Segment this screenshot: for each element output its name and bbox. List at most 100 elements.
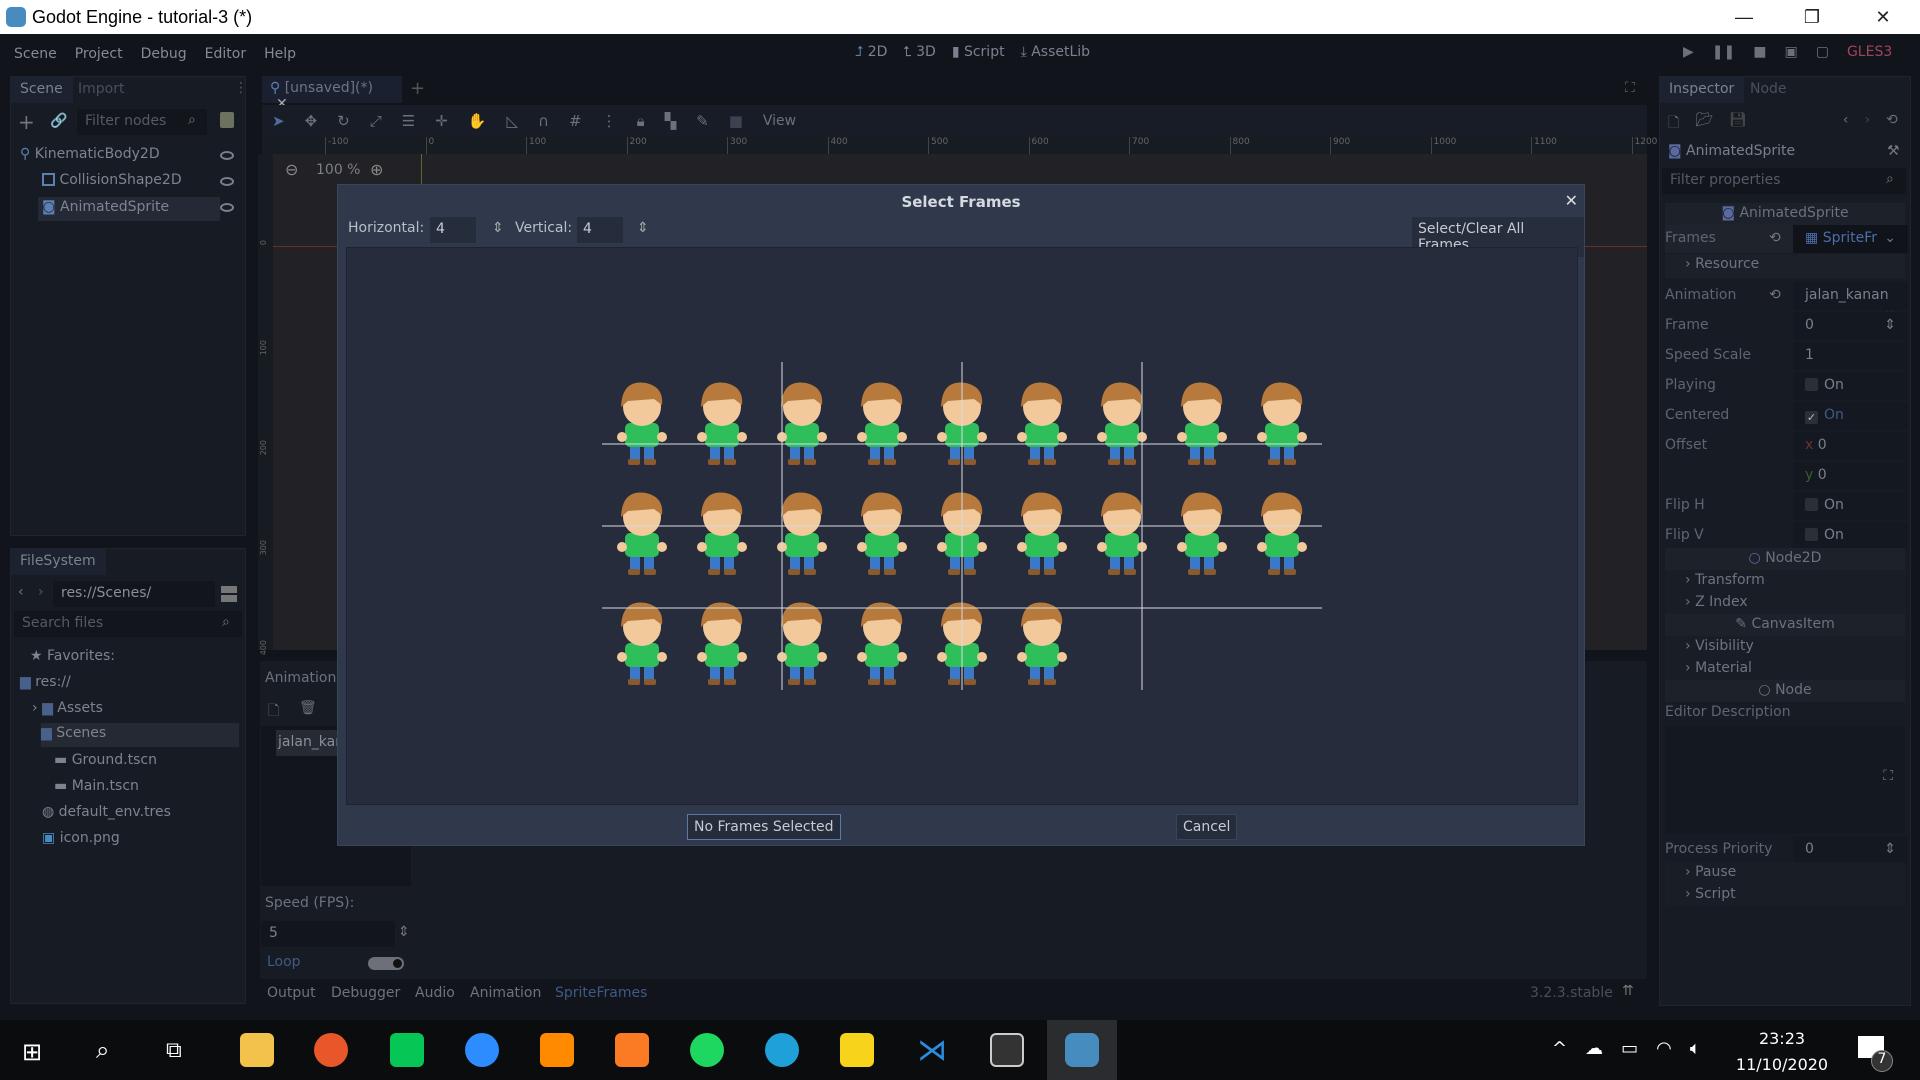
favorites-item[interactable]: ★ Favorites: — [30, 648, 115, 664]
rotate-tool-icon[interactable]: ↻ — [337, 112, 350, 130]
new-resource-icon[interactable]: 🗋︎ — [1668, 112, 1679, 136]
split-mode-icon[interactable] — [221, 586, 237, 602]
checkbox[interactable]: On — [1793, 522, 1908, 550]
pan-tool-icon[interactable]: ✋ — [468, 112, 487, 130]
inspected-object[interactable]: ◙ AnimatedSprite — [1668, 143, 1795, 159]
tree-node-kinematicbody2d[interactable]: ⚲ KinematicBody2D — [20, 146, 160, 162]
pause-icon[interactable]: ❚❚ — [1712, 44, 1735, 60]
file-ground-tscn[interactable]: ▬ Ground.tscn — [54, 752, 157, 768]
object-history-icon[interactable]: ⟲ — [1886, 112, 1898, 136]
zoom-level[interactable]: 100 % — [316, 162, 360, 178]
group-icon[interactable]: ▚ — [665, 112, 677, 130]
menu-debug[interactable]: Debug — [132, 46, 196, 62]
view-menu[interactable]: View — [763, 113, 796, 129]
back-icon[interactable]: ‹ — [18, 584, 24, 600]
expand-icon[interactable]: ⛶ — [1883, 768, 1893, 784]
vscode-icon[interactable]: ⋊ — [915, 1033, 949, 1068]
open-resource-icon[interactable]: 📂︎ — [1695, 112, 1713, 136]
visibility-eye-icon[interactable] — [220, 203, 234, 212]
cancel-button[interactable]: Cancel — [1176, 814, 1238, 840]
stop-icon[interactable]: ■ — [1753, 44, 1766, 60]
link-icon[interactable]: 🔗 — [50, 113, 67, 129]
workspace-2d[interactable]: ⮥ 2D — [855, 44, 887, 60]
clock[interactable]: 23:23 11/10/2020 — [1730, 1026, 1834, 1078]
animation-item[interactable]: jalan_kanan — [276, 730, 346, 756]
speed-input[interactable]: 5 — [261, 921, 395, 947]
tab-node[interactable]: Node — [1740, 77, 1797, 103]
vertical-input[interactable]: 4 — [577, 217, 623, 243]
tab-animation[interactable]: Animation — [470, 985, 541, 1001]
menu-project[interactable]: Project — [66, 46, 132, 62]
tray-expand-icon[interactable]: ^ — [1552, 1038, 1567, 1059]
menu-help[interactable]: Help — [255, 46, 305, 62]
filter-properties-input[interactable]: Filter properties — [1662, 168, 1906, 194]
distraction-free-icon[interactable]: ⛶ — [1625, 80, 1635, 96]
revert-icon[interactable]: ⟲ — [1769, 230, 1781, 246]
play-custom-scene-icon[interactable]: ▢ — [1816, 44, 1829, 60]
file-explorer-icon[interactable] — [240, 1033, 274, 1067]
line-icon[interactable] — [390, 1033, 424, 1067]
pivot-tool-icon[interactable]: ✛ — [435, 112, 448, 130]
pin-panel-icon[interactable]: ⇈ — [1622, 983, 1634, 999]
scale-tool-icon[interactable]: ⤢ — [370, 112, 382, 130]
close-window-button[interactable]: ✕ — [1855, 0, 1911, 34]
tab-audio[interactable]: Audio — [415, 985, 455, 1001]
number-input[interactable]: 0 ⇕ — [1793, 312, 1908, 340]
zindex-subsection[interactable]: › Z Index — [1665, 592, 1905, 614]
visibility-eye-icon[interactable] — [220, 151, 234, 160]
workspace-3d[interactable]: ⮤ 3D — [903, 44, 935, 60]
loop-toggle[interactable] — [368, 957, 404, 970]
spin-arrows-icon[interactable]: ⇕ — [637, 220, 649, 236]
godot-taskbar-active[interactable] — [1047, 1020, 1117, 1080]
spin-arrows-icon[interactable]: ⇕ — [398, 924, 410, 940]
checkbox[interactable]: ✓ On — [1793, 402, 1908, 430]
offset-x-input[interactable]: x 0 — [1793, 432, 1908, 460]
script-subsection[interactable]: › Script — [1665, 884, 1905, 906]
number-input[interactable]: 1 — [1793, 342, 1908, 370]
visibility-subsection[interactable]: › Visibility — [1665, 636, 1905, 658]
offset-y-input[interactable]: y 0 — [1793, 462, 1908, 490]
smart-snap-icon[interactable]: ∩ — [538, 112, 549, 130]
new-tab-icon[interactable]: + — [410, 78, 425, 99]
task-view-icon[interactable]: ⧉ — [166, 1038, 182, 1063]
tree-node-animatedsprite[interactable]: ◙ AnimatedSprite — [38, 197, 220, 221]
spin-arrows-icon[interactable]: ⇕ — [492, 220, 504, 236]
folder-res[interactable]: ▆ res:// — [20, 674, 71, 690]
sticky-notes-icon[interactable] — [840, 1033, 874, 1067]
wifi-icon[interactable]: ◠ — [1656, 1038, 1672, 1059]
checkbox[interactable]: On — [1793, 492, 1908, 520]
windows-start-icon[interactable]: ⊞ — [22, 1038, 42, 1066]
search-files-input[interactable]: Search files — [14, 611, 242, 637]
spritesheet-view[interactable] — [346, 247, 1578, 805]
search-icon[interactable]: ⌕ — [96, 1036, 109, 1064]
sublime-text-icon[interactable] — [540, 1033, 574, 1067]
zoom-app-icon[interactable] — [465, 1033, 499, 1067]
terminal-icon[interactable] — [990, 1033, 1024, 1067]
dock-menu-icon[interactable]: ⋮ — [234, 80, 248, 96]
visibility-eye-icon[interactable] — [220, 177, 234, 186]
process-priority-input[interactable]: 0 ⇕ — [1793, 836, 1908, 864]
folder-assets[interactable]: › ▆ Assets — [32, 700, 103, 716]
spotify-icon[interactable] — [690, 1033, 724, 1067]
lock-icon[interactable]: 🔒︎ — [637, 112, 645, 130]
menu-scene[interactable]: Scene — [5, 46, 66, 62]
forward-icon[interactable]: › — [38, 584, 44, 600]
play-scene-icon[interactable]: ▣ — [1784, 44, 1797, 60]
animation-select[interactable]: jalan_kanan ⌄ — [1793, 282, 1908, 319]
xampp-icon[interactable] — [615, 1033, 649, 1067]
workspace-assetlib[interactable]: ⤓ AssetLib — [1021, 44, 1090, 60]
new-animation-icon[interactable]: 🗋︎ — [268, 700, 279, 724]
history-back-icon[interactable]: ‹ — [1843, 112, 1849, 136]
firefox-icon[interactable] — [314, 1033, 348, 1067]
file-main-tscn[interactable]: ▬ Main.tscn — [54, 778, 139, 794]
volume-icon[interactable]: 🔈︎ — [1690, 1038, 1701, 1059]
menu-editor[interactable]: Editor — [196, 46, 255, 62]
history-forward-icon[interactable]: › — [1864, 112, 1870, 136]
tab-output[interactable]: Output — [267, 985, 316, 1001]
list-select-icon[interactable]: ☰ — [402, 112, 415, 130]
restore-button[interactable]: ❐ — [1784, 0, 1840, 34]
spritesheet-canvas[interactable] — [347, 248, 1579, 806]
transform-subsection[interactable]: › Transform — [1665, 570, 1905, 592]
close-dialog-icon[interactable]: ✕ — [1565, 191, 1578, 210]
tab-debugger[interactable]: Debugger — [331, 985, 400, 1001]
